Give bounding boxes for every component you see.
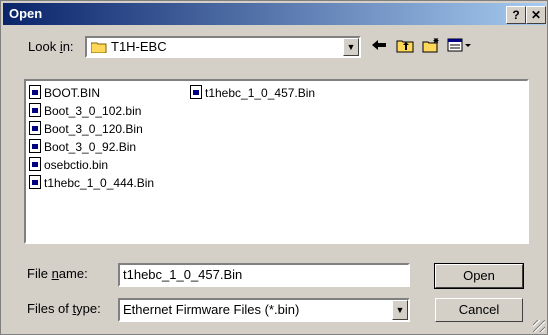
close-button[interactable]: ✕ [526,6,546,24]
look-in-label: Look in: [28,39,74,54]
file-type-dropdown[interactable]: Ethernet Firmware Files (*.bin) ▼ [118,298,410,322]
file-icon [29,85,41,99]
look-in-value: T1H-EBC [111,39,167,54]
file-icon [29,175,41,189]
file-icon [29,157,41,171]
open-button[interactable]: Open [434,263,524,289]
resize-grip[interactable] [533,320,545,332]
file-type-value: Ethernet Firmware Files (*.bin) [123,302,300,317]
back-icon[interactable] [369,37,389,57]
up-folder-icon[interactable] [395,37,415,57]
file-name-label: File name: [27,266,88,281]
help-button[interactable]: ? [506,6,526,24]
folder-icon [91,42,107,53]
cancel-button[interactable]: Cancel [435,298,523,322]
look-in-dropdown[interactable]: T1H-EBC ▼ [85,36,361,58]
open-dialog: Open ? ✕ Look in: T1H-EBC ▼ BOOT.BIN Boo… [0,0,548,335]
file-item[interactable]: t1hebc_1_0_444.Bin [29,175,154,191]
file-icon [190,85,202,99]
file-item[interactable]: t1hebc_1_0_457.Bin [190,85,315,101]
file-name-input[interactable]: t1hebc_1_0_457.Bin [118,263,410,287]
view-menu-icon[interactable] [447,37,473,57]
file-item[interactable]: Boot_3_0_92.Bin [29,139,136,155]
file-item[interactable]: BOOT.BIN [29,85,100,101]
file-item[interactable]: Boot_3_0_102.bin [29,103,141,119]
file-item[interactable]: osebctio.bin [29,157,108,173]
new-folder-icon[interactable] [421,37,441,57]
file-type-label: Files of type: [27,301,101,316]
file-item[interactable]: Boot_3_0_120.Bin [29,121,143,137]
file-icon [29,139,41,153]
file-icon [29,103,41,117]
chevron-down-icon[interactable]: ▼ [392,300,408,320]
title-bar[interactable]: Open ? ✕ [3,3,546,25]
file-list[interactable]: BOOT.BIN Boot_3_0_102.bin Boot_3_0_120.B… [24,79,529,244]
chevron-down-icon[interactable]: ▼ [343,38,359,56]
window-title: Open [9,6,43,21]
file-icon [29,121,41,135]
